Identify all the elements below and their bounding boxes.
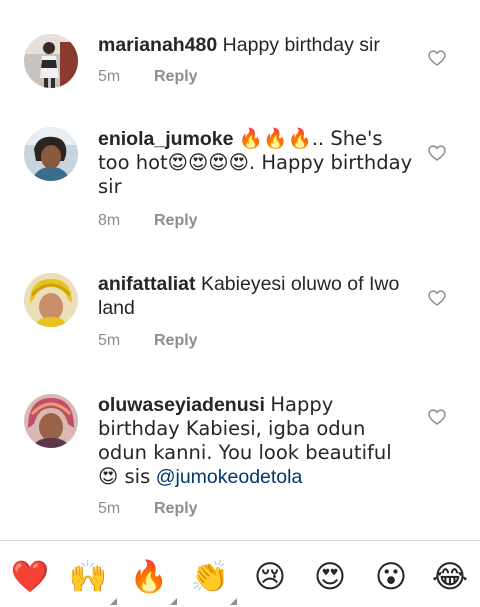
comment-username[interactable]: marianah480 xyxy=(98,34,217,56)
comment-body: eniola_jumoke 🔥🔥🔥.. She's too hot😍😍😍😍. H… xyxy=(98,127,416,199)
reply-button[interactable]: Reply xyxy=(154,500,198,517)
comment-time: 5m xyxy=(98,500,121,517)
comment-time: 5m xyxy=(98,68,121,85)
comment-body: marianah480 Happy birthday sir xyxy=(98,33,416,57)
comment-username[interactable]: oluwaseyiadenusi xyxy=(98,394,265,416)
variant-indicator-icon xyxy=(170,598,177,605)
avatar[interactable] xyxy=(24,394,78,448)
variant-indicator-icon xyxy=(230,598,237,605)
heart-outline-icon[interactable] xyxy=(427,407,447,427)
clapping-hands-icon[interactable]: 👏 xyxy=(188,555,232,599)
reply-button[interactable]: Reply xyxy=(154,332,198,349)
avatar[interactable] xyxy=(24,127,78,181)
avatar[interactable] xyxy=(24,34,78,88)
comment-username[interactable]: eniola_jumoke xyxy=(98,128,233,150)
red-heart-icon[interactable]: ❤️ xyxy=(8,555,52,599)
heart-outline-icon[interactable] xyxy=(427,143,447,163)
comment-text: Happy birthday sir xyxy=(222,34,380,56)
comment-body: anifattaliat Kabieyesi oluwo of Iwo land xyxy=(98,272,416,320)
comment-body: oluwaseyiadenusi Happy birthday Kabiesi,… xyxy=(98,393,416,489)
emoji-reaction-bar: ❤️ 🙌 🔥 👏 😢 😍 😮 😂 xyxy=(0,540,480,607)
comment-meta: 8m Reply xyxy=(98,212,198,230)
comment-username[interactable]: anifattaliat xyxy=(98,273,196,295)
heart-outline-icon[interactable] xyxy=(427,288,447,308)
variant-indicator-icon xyxy=(110,598,117,605)
tears-of-joy-face-icon[interactable]: 😂 xyxy=(428,555,472,599)
heart-outline-icon[interactable] xyxy=(427,48,447,68)
comment-meta: 5m Reply xyxy=(98,68,198,86)
avatar[interactable] xyxy=(24,273,78,327)
surprised-face-icon[interactable]: 😮 xyxy=(369,555,413,599)
comment-meta: 5m Reply xyxy=(98,332,198,350)
mention-link[interactable]: @jumokeodetola xyxy=(156,466,303,488)
heart-eyes-face-icon[interactable]: 😍 xyxy=(308,555,352,599)
comment-time: 8m xyxy=(98,212,121,229)
comment-time: 5m xyxy=(98,332,121,349)
fire-icon[interactable]: 🔥 xyxy=(127,555,171,599)
raising-hands-icon[interactable]: 🙌 xyxy=(66,555,110,599)
comment-meta: 5m Reply xyxy=(98,500,198,518)
reply-button[interactable]: Reply xyxy=(154,212,198,229)
reply-button[interactable]: Reply xyxy=(154,68,198,85)
crying-face-icon[interactable]: 😢 xyxy=(248,555,292,599)
